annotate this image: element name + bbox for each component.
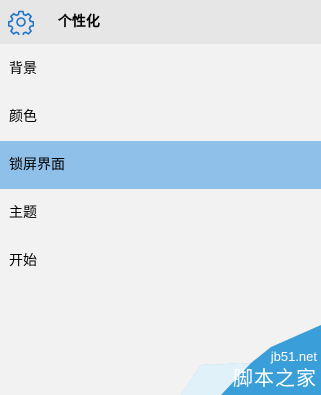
page-title: 个性化 <box>58 14 100 30</box>
watermark-domain: jb51.net <box>270 349 317 364</box>
settings-header: 个性化 <box>0 0 321 44</box>
nav-item-themes[interactable]: 主题 <box>0 189 321 237</box>
watermark-name: 脚本之家 <box>233 366 317 390</box>
nav-item-start[interactable]: 开始 <box>0 237 321 285</box>
nav-item-background[interactable]: 背景 <box>0 45 321 93</box>
settings-nav-list: 背景 颜色 锁屏界面 主题 开始 <box>0 45 321 285</box>
site-watermark: jb51.net 脚本之家 <box>181 325 321 395</box>
nav-item-lock-screen[interactable]: 锁屏界面 <box>0 141 321 189</box>
gear-icon <box>7 9 35 37</box>
nav-item-colors[interactable]: 颜色 <box>0 93 321 141</box>
